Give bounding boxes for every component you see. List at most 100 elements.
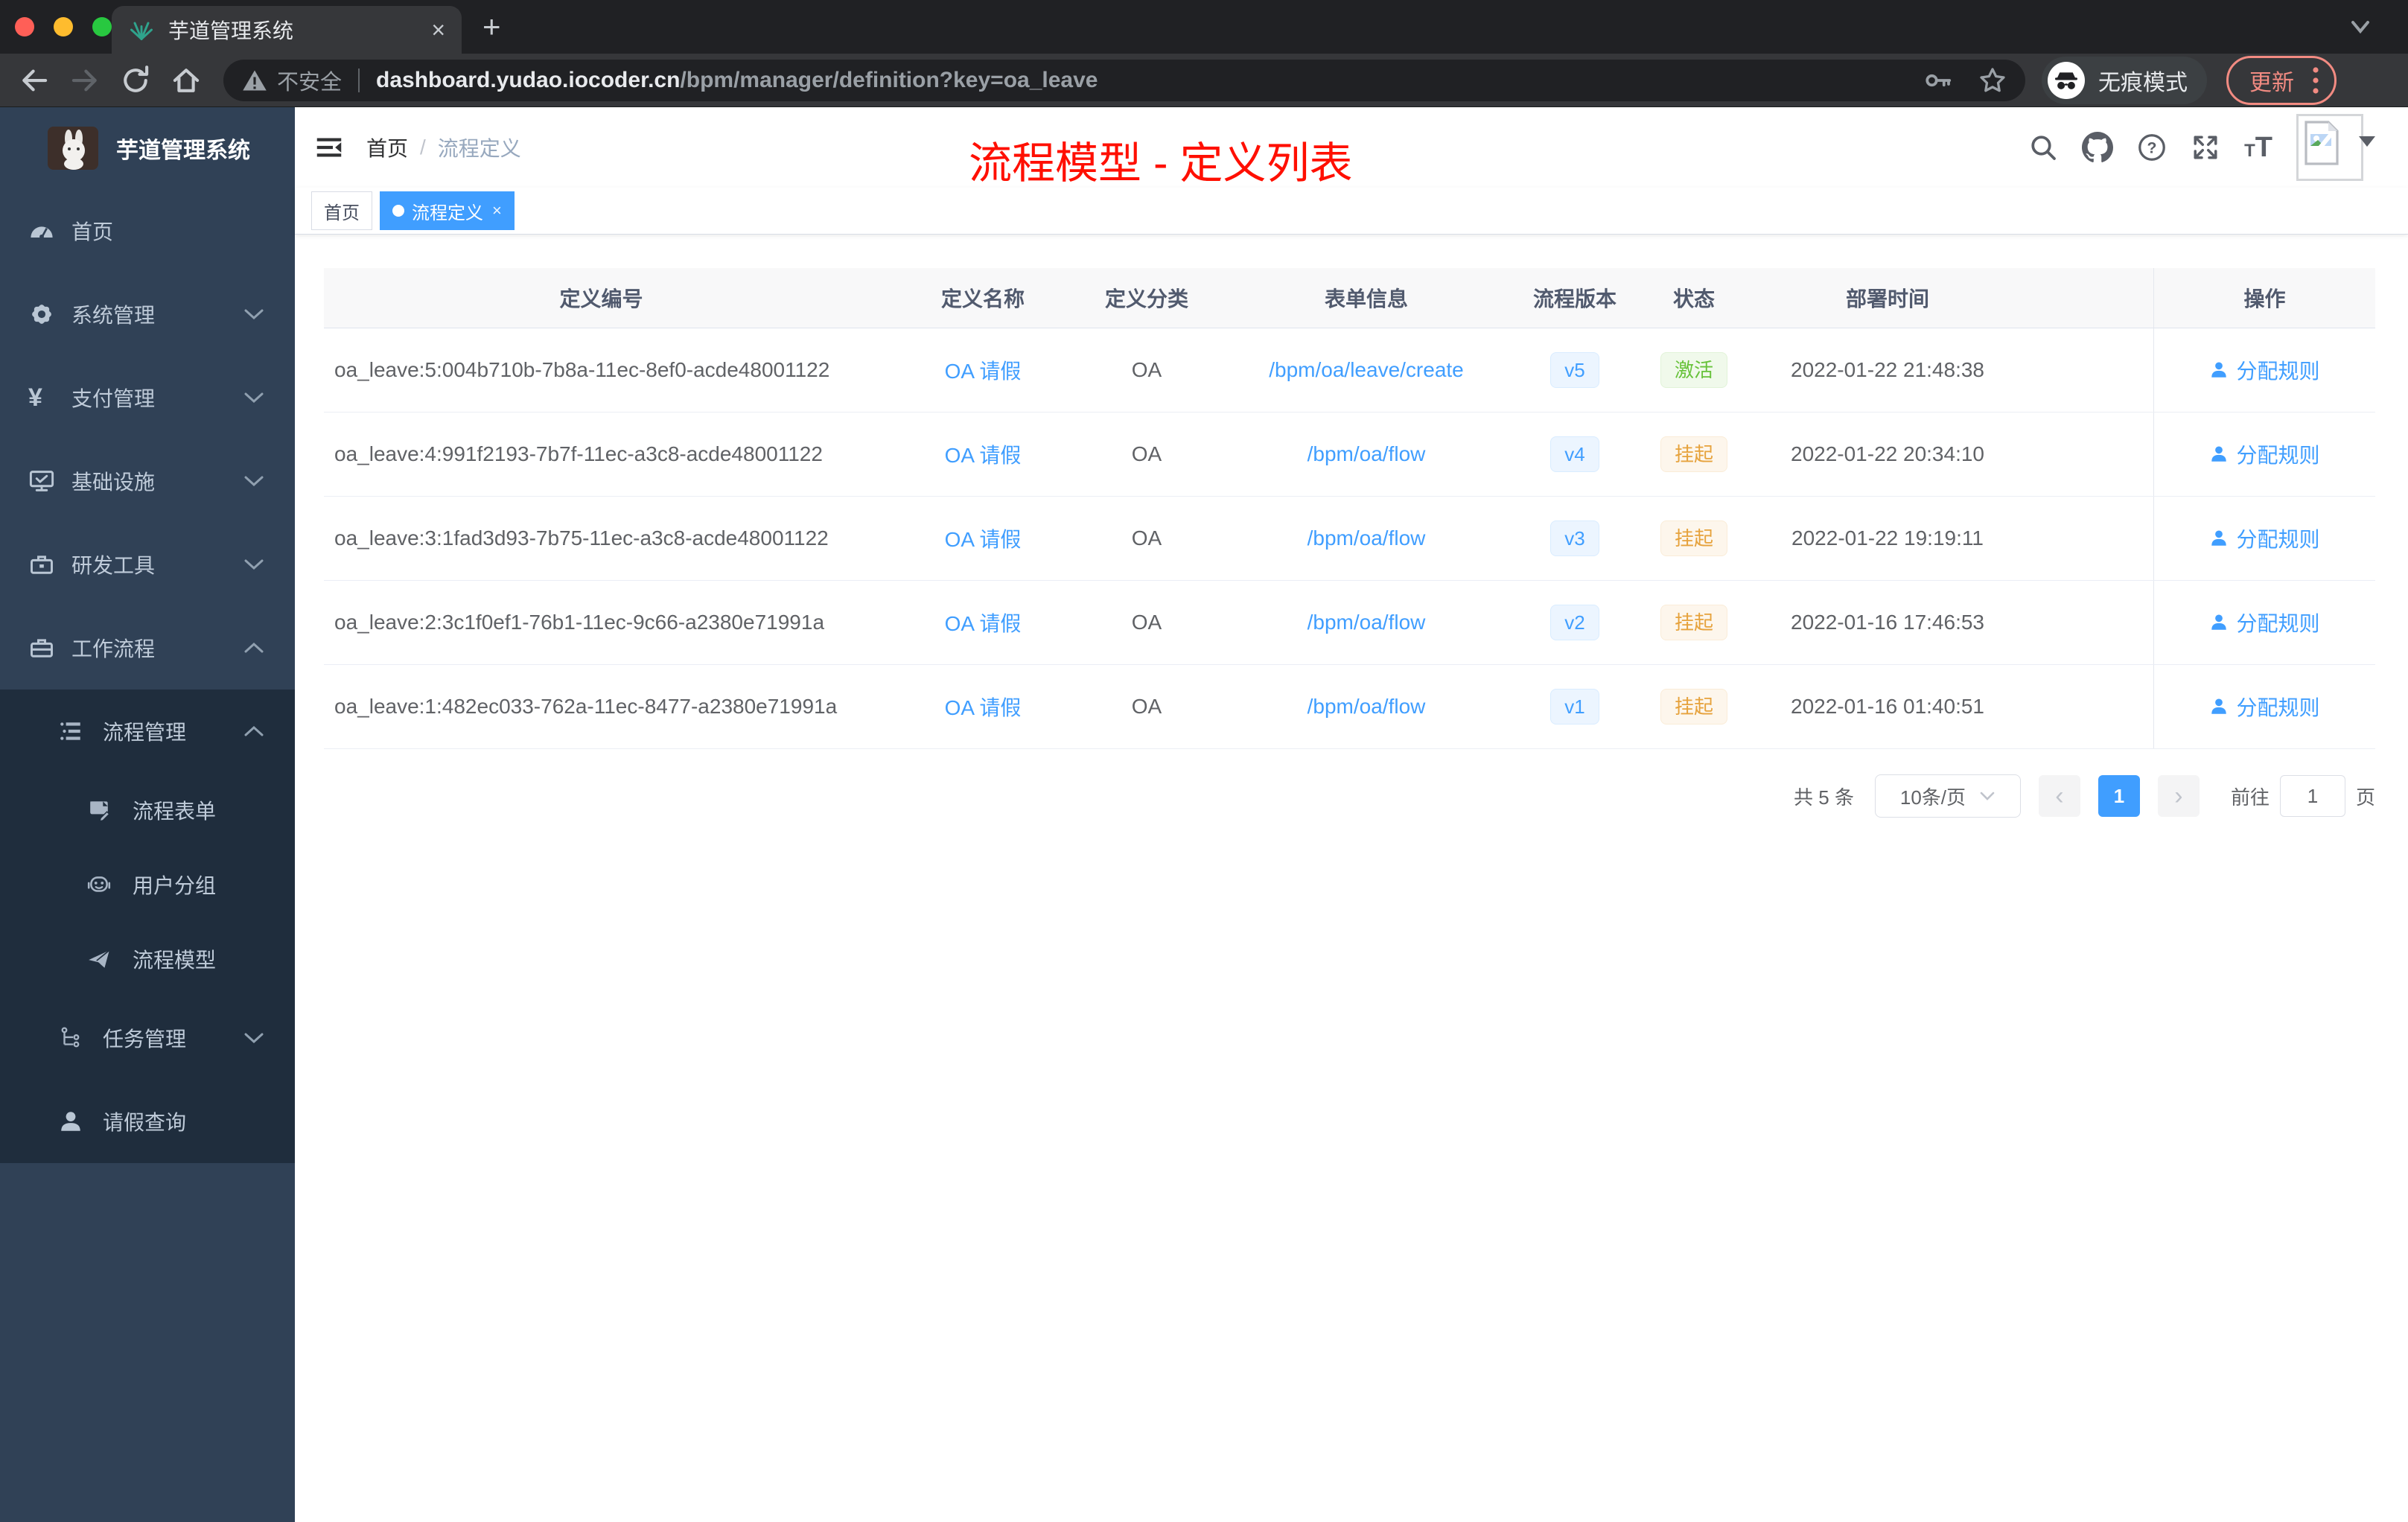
browser-tab[interactable]: 芋道管理系统 × — [112, 6, 462, 54]
col-header-action: 操作 — [2153, 268, 2375, 328]
sidebar-item-infrastructure[interactable]: 基础设施 — [0, 439, 295, 523]
form-link[interactable]: /bpm/oa/flow — [1307, 526, 1426, 550]
cell-action: 分配规则 — [2153, 665, 2375, 748]
prev-page-button[interactable]: ‹ — [2038, 775, 2080, 817]
new-tab-button[interactable]: + — [482, 11, 501, 42]
address-bar[interactable]: 不安全 dashboard.yudao.iocoder.cn/bpm/manag… — [223, 59, 2025, 101]
broken-image-icon — [2305, 121, 2339, 165]
omnibox-divider — [358, 68, 360, 92]
window-close-button[interactable] — [15, 17, 34, 36]
url-text[interactable]: dashboard.yudao.iocoder.cn/bpm/manager/d… — [376, 68, 1914, 93]
back-icon[interactable] — [18, 64, 51, 97]
definition-name-link[interactable]: OA 请假 — [945, 444, 1022, 467]
cell-category: OA — [1131, 442, 1162, 465]
page-size-select[interactable]: 10条/页 — [1874, 774, 2021, 818]
fullscreen-icon[interactable] — [2191, 133, 2220, 162]
assign-rule-link[interactable]: 分配规则 — [2209, 439, 2320, 469]
tag-home[interactable]: 首页 — [311, 191, 372, 230]
sidebar-item-leave-query[interactable]: 请假查询 — [0, 1080, 295, 1163]
window-zoom-button[interactable] — [92, 17, 112, 36]
user-icon — [2211, 362, 2227, 378]
col-header-id: 定义编号 — [559, 287, 643, 311]
browser-tab-strip: 芋道管理系统 × + — [0, 0, 2408, 54]
search-icon[interactable] — [2028, 133, 2058, 162]
breadcrumb-separator: / — [420, 136, 426, 159]
assign-rule-link[interactable]: 分配规则 — [2209, 523, 2320, 553]
avatar[interactable] — [2296, 114, 2363, 181]
sidebar-item-task-management[interactable]: 任务管理 — [0, 996, 295, 1080]
sidebar-item-home[interactable]: 首页 — [0, 189, 295, 273]
help-question-icon[interactable]: ? — [2137, 133, 2167, 162]
sidebar-item-process-model[interactable]: 流程模型 — [0, 922, 295, 996]
status-tag: 激活 — [1660, 352, 1727, 388]
cell-category: OA — [1131, 358, 1162, 381]
app-title: 芋道管理系统 — [116, 138, 250, 163]
col-header-form: 表单信息 — [1324, 287, 1408, 311]
url-host: dashboard.yudao.iocoder.cn — [376, 67, 681, 92]
current-page-button[interactable]: 1 — [2098, 775, 2140, 817]
app-window: 芋道管理系统 首页 系统管理 ¥ 支付管理 基础设施 研发工具 工作流程 流程管… — [0, 107, 2408, 1522]
avatar-caret-icon[interactable] — [2359, 136, 2375, 147]
window-minimize-button[interactable] — [54, 17, 73, 36]
assign-rule-link[interactable]: 分配规则 — [2209, 692, 2320, 722]
update-label: 更新 — [2249, 70, 2294, 95]
goto-label: 前往 — [2230, 786, 2270, 809]
user-icon — [2211, 614, 2227, 630]
sidebar-item-workflow[interactable]: 工作流程 — [0, 606, 295, 690]
cell-category: OA — [1131, 611, 1162, 634]
cell-action: 分配规则 — [2153, 328, 2375, 412]
tag-process-definition[interactable]: 流程定义 × — [380, 191, 515, 230]
version-tag: v5 — [1550, 352, 1599, 388]
form-link[interactable]: /bpm/oa/flow — [1307, 442, 1426, 465]
table-row: oa_leave:5:004b710b-7b8a-11ec-8ef0-acde4… — [324, 328, 2375, 413]
definition-name-link[interactable]: OA 请假 — [945, 528, 1022, 551]
goto-page-input[interactable] — [2279, 775, 2345, 817]
sidebar-item-process-management[interactable]: 流程管理 — [0, 690, 295, 773]
sidebar-menu: 首页 系统管理 ¥ 支付管理 基础设施 研发工具 工作流程 流程管理 流程表单 … — [0, 189, 295, 1163]
briefcase-icon — [28, 634, 55, 661]
definition-name-link[interactable]: OA 请假 — [945, 612, 1022, 635]
next-page-button[interactable]: › — [2157, 775, 2200, 817]
definition-name-link[interactable]: OA 请假 — [945, 360, 1022, 383]
version-tag: v4 — [1550, 436, 1599, 472]
password-key-icon[interactable] — [1923, 66, 1952, 95]
logo-rabbit-image — [48, 127, 98, 170]
breadcrumb-home[interactable]: 首页 — [366, 133, 408, 162]
tab-search-icon[interactable] — [2345, 18, 2375, 37]
forward-icon[interactable] — [69, 64, 101, 97]
sidebar-item-devtools[interactable]: 研发工具 — [0, 523, 295, 606]
version-tag: v1 — [1550, 689, 1599, 725]
font-size-icon[interactable]: TT — [2244, 132, 2272, 164]
sidebar-item-payment[interactable]: ¥ 支付管理 — [0, 356, 295, 439]
github-icon[interactable] — [2082, 132, 2114, 163]
table-row: oa_leave:3:1fad3d93-7b75-11ec-a3c8-acde4… — [324, 497, 2375, 581]
sidebar-item-label: 请假查询 — [103, 1111, 187, 1134]
form-link[interactable]: /bpm/oa/flow — [1307, 611, 1426, 634]
security-label[interactable]: 不安全 — [277, 65, 342, 96]
tag-close-icon[interactable]: × — [492, 201, 502, 220]
workflow-submenu: 流程管理 流程表单 用户分组 流程模型 任务管理 请假查询 — [0, 690, 295, 1163]
definition-name-link[interactable]: OA 请假 — [945, 696, 1022, 719]
assign-rule-link[interactable]: 分配规则 — [2209, 355, 2320, 385]
bookmark-star-icon[interactable] — [1978, 66, 2007, 95]
browser-update-button[interactable]: 更新 — [2226, 55, 2337, 105]
sidebar-item-label: 支付管理 — [71, 387, 156, 410]
chevron-up-icon — [243, 641, 265, 655]
security-warning-icon[interactable] — [241, 67, 268, 94]
form-link[interactable]: /bpm/oa/leave/create — [1269, 358, 1464, 381]
robot-face-icon — [86, 872, 112, 897]
sidebar-item-system[interactable]: 系统管理 — [0, 273, 295, 356]
sidebar-item-process-form[interactable]: 流程表单 — [0, 773, 295, 847]
tab-close-icon[interactable]: × — [431, 18, 445, 42]
sidebar-fold-icon[interactable] — [314, 133, 344, 162]
yen-icon: ¥ — [28, 383, 42, 412]
cell-action: 分配规则 — [2153, 581, 2375, 664]
form-link[interactable]: /bpm/oa/flow — [1307, 695, 1426, 718]
browser-menu-dots-icon[interactable] — [2310, 64, 2321, 97]
breadcrumb: 首页 / 流程定义 — [366, 133, 521, 162]
assign-rule-link[interactable]: 分配规则 — [2209, 608, 2320, 637]
sidebar-item-user-group[interactable]: 用户分组 — [0, 847, 295, 922]
refresh-icon[interactable] — [119, 64, 152, 97]
app-logo[interactable]: 芋道管理系统 — [0, 107, 295, 189]
home-icon[interactable] — [170, 64, 203, 97]
